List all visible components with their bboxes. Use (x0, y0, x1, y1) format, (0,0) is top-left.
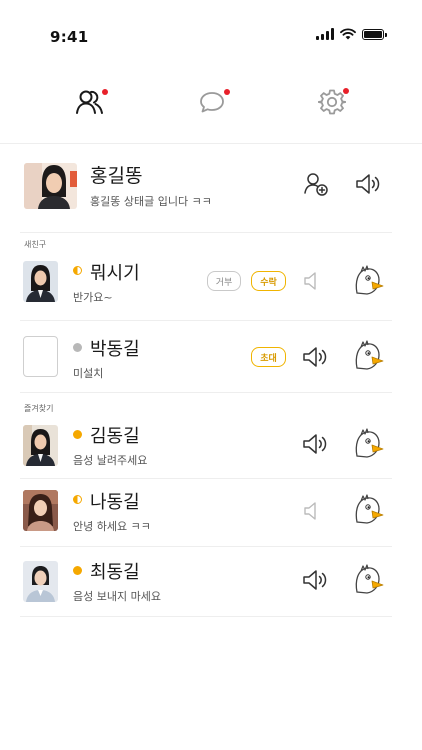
friend-name: 나동길 (90, 492, 140, 513)
voice-button-disabled[interactable] (300, 497, 328, 525)
chat-icon (200, 92, 224, 113)
divider (20, 320, 392, 321)
friends-icon (76, 90, 103, 114)
friend-name: 최동길 (90, 562, 140, 583)
status-online-icon (73, 430, 82, 439)
status-offline-icon (73, 343, 82, 352)
divider (20, 232, 392, 233)
speaker-icon (303, 347, 327, 367)
status-away-icon (73, 495, 82, 504)
friend-avatar[interactable] (23, 561, 58, 602)
bird-icon[interactable] (352, 428, 386, 462)
tab-friends[interactable] (70, 82, 110, 122)
friend-status-message: 반가요~ (73, 291, 113, 304)
tab-divider (0, 143, 422, 144)
status-time: 9:41 (50, 28, 89, 46)
voice-button[interactable] (301, 343, 329, 371)
chat-badge (224, 89, 230, 95)
my-name: 홍길똥 (90, 165, 143, 187)
friend-name: 뭐시기 (90, 263, 140, 284)
friend-avatar-empty[interactable] (23, 336, 58, 377)
friend-status-message: 안녕 하세요 ㅋㅋ (73, 520, 151, 533)
friend-status-message: 음성 날려주세요 (73, 454, 148, 467)
invite-button[interactable]: 초대 (251, 347, 286, 367)
friend-row[interactable]: 최동길 음성 보내지 마세요 (0, 552, 422, 614)
my-avatar[interactable] (24, 163, 77, 209)
reject-button[interactable]: 거부 (207, 271, 241, 291)
voice-button-disabled[interactable] (300, 267, 328, 295)
voice-button[interactable] (301, 566, 329, 594)
section-favorites: 즐겨찾기 (24, 404, 54, 413)
accept-button[interactable]: 수락 (251, 271, 286, 291)
speaker-muted-icon (304, 502, 316, 520)
add-friend-button[interactable] (302, 170, 330, 198)
tab-chat[interactable] (192, 82, 232, 122)
speaker-icon (303, 434, 327, 454)
battery-icon (362, 28, 387, 40)
signal-icon (316, 28, 334, 40)
section-new-friends: 새친구 (24, 240, 47, 249)
divider (20, 616, 392, 617)
friend-row[interactable]: 뭐시기 반가요~ 거부 수락 (0, 254, 422, 316)
bird-icon[interactable] (352, 340, 386, 374)
friend-status-message: 미설치 (73, 367, 104, 380)
add-friend-icon (304, 173, 328, 196)
divider (20, 546, 392, 547)
tab-settings[interactable] (312, 82, 352, 122)
divider (20, 392, 392, 393)
friend-row[interactable]: 박동길 미설치 초대 (0, 324, 422, 388)
my-voice-button[interactable] (354, 170, 382, 198)
bird-icon[interactable] (352, 564, 386, 598)
status-away-icon (73, 266, 82, 275)
friend-avatar[interactable] (23, 261, 58, 302)
status-icons (316, 28, 387, 40)
speaker-muted-icon (304, 272, 316, 290)
divider (20, 478, 392, 479)
my-status-message: 홍길똥 상태글 입니다 ㅋㅋ (90, 195, 212, 208)
status-online-icon (73, 566, 82, 575)
bird-icon[interactable] (352, 265, 386, 299)
status-bar: 9:41 (0, 0, 422, 60)
speaker-icon (303, 570, 327, 590)
friend-row[interactable]: 김동길 음성 날려주세요 (0, 418, 422, 476)
friend-name: 김동길 (90, 426, 140, 447)
my-profile-row[interactable]: 홍길똥 홍길똥 상태글 입니다 ㅋㅋ (0, 158, 422, 218)
friend-row[interactable]: 나동길 안녕 하세요 ㅋㅋ (0, 484, 422, 544)
wifi-icon (340, 28, 356, 40)
friend-status-message: 음성 보내지 마세요 (73, 590, 161, 603)
settings-icon (318, 89, 346, 115)
friend-avatar[interactable] (23, 425, 58, 466)
tab-bar (0, 82, 422, 126)
speaker-icon (356, 174, 380, 194)
friends-badge (102, 89, 108, 95)
friend-name: 박동길 (90, 339, 140, 360)
bird-icon[interactable] (352, 494, 386, 528)
voice-button[interactable] (301, 430, 329, 458)
friend-avatar[interactable] (23, 490, 58, 531)
settings-badge (343, 88, 349, 94)
